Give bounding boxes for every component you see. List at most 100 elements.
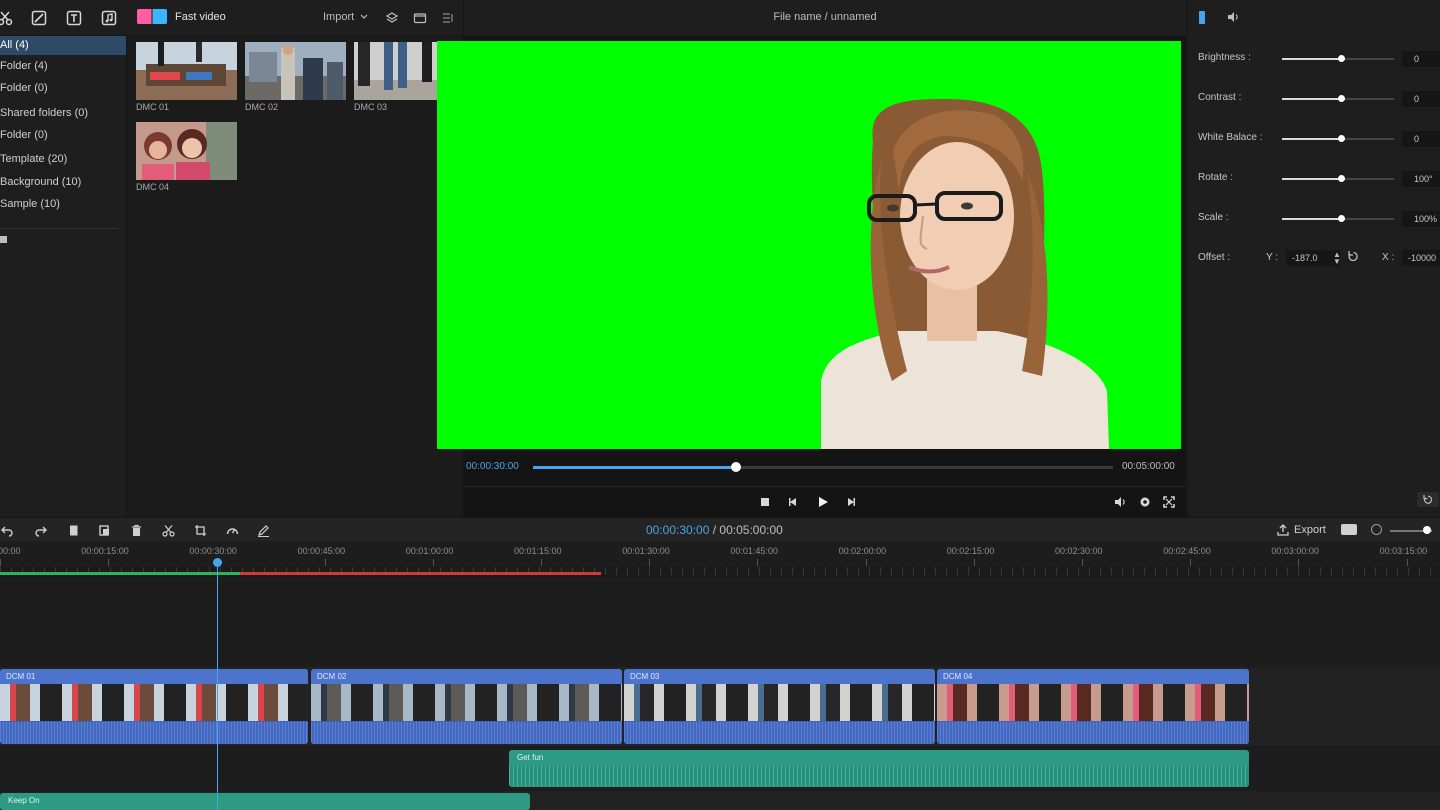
property-label: Scale :: [1198, 212, 1229, 223]
properties-panel: [1187, 36, 1440, 517]
crop-icon[interactable]: [193, 523, 207, 537]
ruler-label: 00:00:45:00: [297, 546, 346, 556]
fast-video-button[interactable]: Fast video: [137, 9, 226, 24]
video-clip[interactable]: DCM 04: [937, 669, 1249, 744]
next-frame-icon[interactable]: [843, 494, 859, 510]
ruler-tick: [649, 559, 651, 566]
property-slider-fill: [1282, 178, 1342, 180]
media-thumbnail[interactable]: [136, 42, 237, 100]
ruler-label: 00:00:15:00: [81, 546, 129, 556]
media-thumbnail[interactable]: [245, 42, 346, 100]
timeline-toolbar: 00:00:30:00 / 00:05:00:00 Export: [0, 517, 1440, 541]
audio-clip[interactable]: Get fun: [509, 750, 1249, 787]
previous-frame-icon[interactable]: [785, 494, 801, 510]
render-progress-pending: [240, 572, 601, 575]
undo-icon[interactable]: [0, 523, 14, 537]
redo-icon[interactable]: [33, 523, 47, 537]
video-tab-icon[interactable]: [1199, 11, 1205, 24]
property-value-input[interactable]: 100°: [1402, 171, 1440, 187]
preview-progress-bar[interactable]: [533, 466, 1113, 469]
ruler-tick: [324, 559, 326, 566]
import-dropdown[interactable]: Import: [323, 11, 368, 23]
reset-offset-icon[interactable]: [1347, 250, 1360, 266]
property-value-input[interactable]: 100%: [1402, 211, 1440, 227]
folder-item-all[interactable]: All (4): [0, 36, 126, 55]
offset-y-stepper-icon[interactable]: ▲ ▼: [1333, 251, 1341, 266]
wand-icon[interactable]: [31, 10, 47, 26]
export-icon: [1277, 524, 1289, 536]
folder-panel: All (4) Folder (4) Folder (0) Shared fol…: [0, 36, 127, 517]
ruler-tick: [0, 559, 1, 566]
folder-item-shared[interactable]: Shared folders (0): [0, 104, 126, 123]
copy-icon[interactable]: [66, 523, 80, 537]
volume-icon[interactable]: [1112, 494, 1128, 510]
folder-icon[interactable]: [412, 10, 428, 26]
video-clip[interactable]: DCM 01: [0, 669, 308, 744]
delete-icon[interactable]: [129, 523, 143, 537]
settings-gear-icon[interactable]: [1137, 494, 1153, 510]
file-name: File name / unnamed: [773, 11, 877, 23]
ruler-label: 00:02:00:00: [838, 546, 887, 556]
zoom-out-icon[interactable]: [1371, 524, 1382, 535]
empty-track[interactable]: [0, 577, 1440, 667]
folder-item-background[interactable]: Background (10): [0, 173, 126, 192]
speed-icon[interactable]: [225, 523, 239, 537]
property-slider-fill: [1282, 218, 1342, 220]
split-scissors-icon[interactable]: [161, 523, 175, 537]
folder-item[interactable]: Folder (0): [0, 79, 126, 98]
media-thumbnail[interactable]: [136, 122, 237, 180]
audio-clip-label: Keep On: [8, 796, 40, 805]
stop-icon[interactable]: [757, 494, 773, 510]
preview-screen[interactable]: [437, 41, 1181, 449]
ruler-label: 00:01:15:00: [514, 546, 562, 556]
audio-tab-icon[interactable]: [1226, 10, 1242, 27]
audio-clip-label: Get fun: [517, 753, 544, 762]
text-icon[interactable]: [66, 10, 82, 26]
chevron-down-icon: [360, 14, 368, 19]
fit-timeline-icon[interactable]: [1341, 524, 1357, 535]
play-icon[interactable]: [815, 494, 831, 510]
video-clip-filmstrip: [624, 684, 935, 721]
fast-video-logo: [137, 9, 167, 24]
add-folder-icon[interactable]: [0, 236, 7, 243]
folder-item[interactable]: Folder (0): [0, 126, 126, 145]
video-clip-waveform: [937, 722, 1249, 744]
property-value-input[interactable]: 0: [1402, 131, 1440, 147]
reset-properties-button[interactable]: [1417, 492, 1439, 507]
folder-item[interactable]: Folder (4): [0, 57, 126, 76]
property-value-input[interactable]: 0: [1402, 51, 1440, 67]
folder-item-template[interactable]: Template (20): [0, 150, 126, 169]
layers-icon[interactable]: [384, 10, 400, 26]
property-value-input[interactable]: 0: [1402, 91, 1440, 107]
video-clip-waveform: [0, 722, 308, 744]
scissors-icon[interactable]: [0, 10, 13, 26]
properties-header: [1187, 0, 1440, 36]
ruler-label: 00:01:00:00: [405, 546, 454, 556]
video-clip[interactable]: DCM 03: [624, 669, 935, 744]
edit-pencil-icon[interactable]: [256, 523, 270, 537]
preview-current-time: 00:00:30:00: [466, 461, 519, 472]
playhead-handle[interactable]: [213, 558, 222, 567]
music-icon[interactable]: [101, 10, 117, 26]
video-clip[interactable]: DCM 02: [311, 669, 622, 744]
ruler-label: 00:00:30:00: [189, 546, 237, 556]
ruler-tick: [1406, 559, 1408, 566]
timeline-zoom-handle[interactable]: [1423, 526, 1431, 534]
playback-controls: [463, 486, 1186, 517]
ruler-tick: [973, 559, 975, 566]
paste-icon[interactable]: [97, 523, 111, 537]
video-clip-filmstrip: [311, 684, 622, 721]
export-button[interactable]: Export: [1277, 524, 1326, 536]
offset-y-input[interactable]: -187.0: [1286, 250, 1340, 266]
video-clip-label: DCM 02: [317, 672, 347, 681]
media-library: [128, 36, 463, 517]
folder-item-sample[interactable]: Sample (10): [0, 195, 126, 214]
audio-clip[interactable]: Keep On: [0, 793, 530, 810]
fullscreen-icon[interactable]: [1161, 494, 1177, 510]
preview-total-time: 00:05:00:00: [1122, 461, 1175, 472]
export-label: Export: [1294, 524, 1326, 536]
offset-x-input[interactable]: -10000: [1402, 250, 1440, 266]
preview-progress-handle[interactable]: [731, 462, 741, 472]
timeline-playhead[interactable]: [217, 560, 218, 810]
list-view-icon[interactable]: [440, 10, 456, 26]
